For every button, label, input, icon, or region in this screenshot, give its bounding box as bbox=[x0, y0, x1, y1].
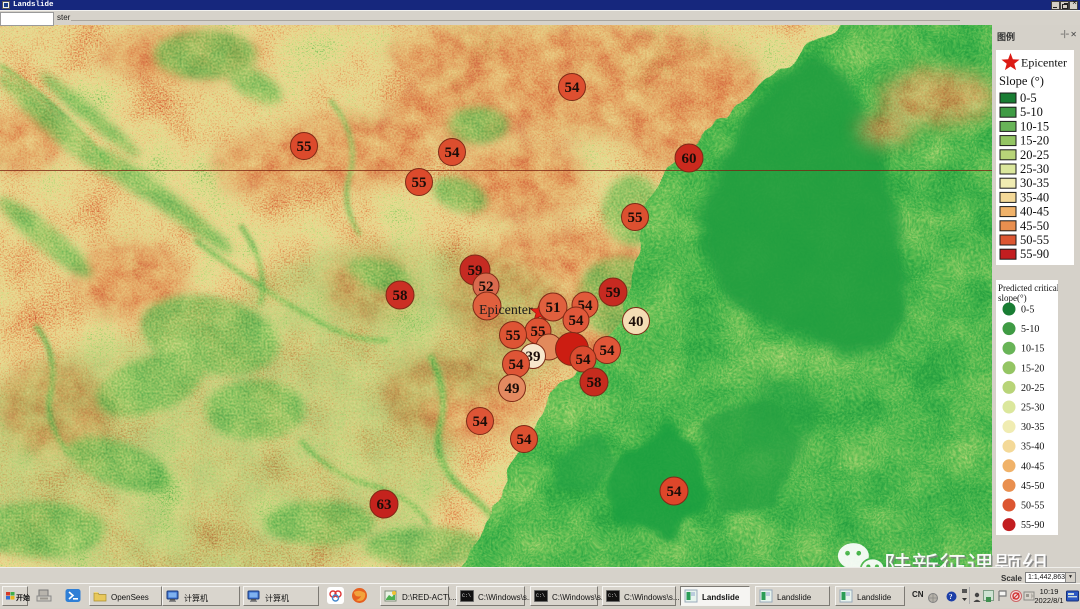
svg-text:55: 55 bbox=[412, 175, 427, 191]
svg-text:55: 55 bbox=[506, 328, 521, 344]
svg-text:C:\: C:\ bbox=[608, 593, 617, 599]
svg-text:20-25: 20-25 bbox=[1020, 148, 1049, 162]
svg-text:54: 54 bbox=[565, 80, 581, 96]
svg-text:30-35: 30-35 bbox=[1021, 422, 1044, 433]
svg-text:10-15: 10-15 bbox=[1020, 119, 1049, 133]
svg-text:45-50: 45-50 bbox=[1020, 219, 1049, 233]
svg-text:58: 58 bbox=[393, 288, 408, 304]
svg-text:C:\: C:\ bbox=[462, 593, 471, 599]
svg-text:49: 49 bbox=[505, 381, 520, 397]
svg-text:54: 54 bbox=[509, 357, 525, 373]
svg-text:50-55: 50-55 bbox=[1021, 501, 1044, 512]
svg-text:0-5: 0-5 bbox=[1020, 91, 1037, 105]
svg-text:54: 54 bbox=[445, 145, 461, 161]
svg-text:C:\: C:\ bbox=[536, 593, 545, 599]
svg-text:54: 54 bbox=[600, 343, 616, 359]
svg-text:?: ? bbox=[949, 593, 953, 601]
svg-text:60: 60 bbox=[682, 151, 697, 167]
svg-text:55: 55 bbox=[297, 139, 312, 155]
svg-text:30-35: 30-35 bbox=[1020, 176, 1049, 190]
svg-text:63: 63 bbox=[377, 497, 392, 513]
svg-text:54: 54 bbox=[517, 432, 533, 448]
svg-text:54: 54 bbox=[473, 414, 489, 430]
svg-text:slope(°): slope(°) bbox=[998, 293, 1027, 303]
svg-text:5-10: 5-10 bbox=[1020, 105, 1043, 119]
svg-text:10-15: 10-15 bbox=[1021, 344, 1044, 355]
svg-text:50-55: 50-55 bbox=[1020, 233, 1049, 247]
svg-text:35-40: 35-40 bbox=[1021, 442, 1044, 453]
svg-text:40-45: 40-45 bbox=[1020, 205, 1049, 219]
svg-text:15-20: 15-20 bbox=[1020, 134, 1049, 148]
svg-text:40: 40 bbox=[629, 314, 644, 330]
svg-text:40-45: 40-45 bbox=[1021, 461, 1044, 472]
svg-text:54: 54 bbox=[569, 313, 585, 329]
svg-text:0-5: 0-5 bbox=[1021, 305, 1034, 316]
svg-text:25-30: 25-30 bbox=[1020, 162, 1049, 176]
svg-text:55-90: 55-90 bbox=[1021, 520, 1044, 531]
svg-text:55-90: 55-90 bbox=[1020, 247, 1049, 261]
svg-text:35-40: 35-40 bbox=[1020, 190, 1049, 204]
svg-text:59: 59 bbox=[606, 285, 621, 301]
svg-text:15-20: 15-20 bbox=[1021, 363, 1044, 374]
svg-text:25-30: 25-30 bbox=[1021, 403, 1044, 414]
svg-text:51: 51 bbox=[546, 300, 561, 316]
svg-text:58: 58 bbox=[587, 375, 602, 391]
svg-text:54: 54 bbox=[667, 484, 683, 500]
svg-text:45-50: 45-50 bbox=[1021, 481, 1044, 492]
svg-text:Slope (°): Slope (°) bbox=[999, 74, 1044, 88]
svg-text:55: 55 bbox=[628, 210, 643, 226]
svg-text:Epicenter: Epicenter bbox=[479, 303, 533, 318]
svg-text:5-10: 5-10 bbox=[1021, 324, 1039, 335]
svg-text:20-25: 20-25 bbox=[1021, 383, 1044, 394]
svg-text:Predicted critical: Predicted critical bbox=[998, 283, 1058, 293]
svg-text:Epicenter: Epicenter bbox=[1021, 56, 1067, 70]
svg-text:54: 54 bbox=[576, 352, 592, 368]
